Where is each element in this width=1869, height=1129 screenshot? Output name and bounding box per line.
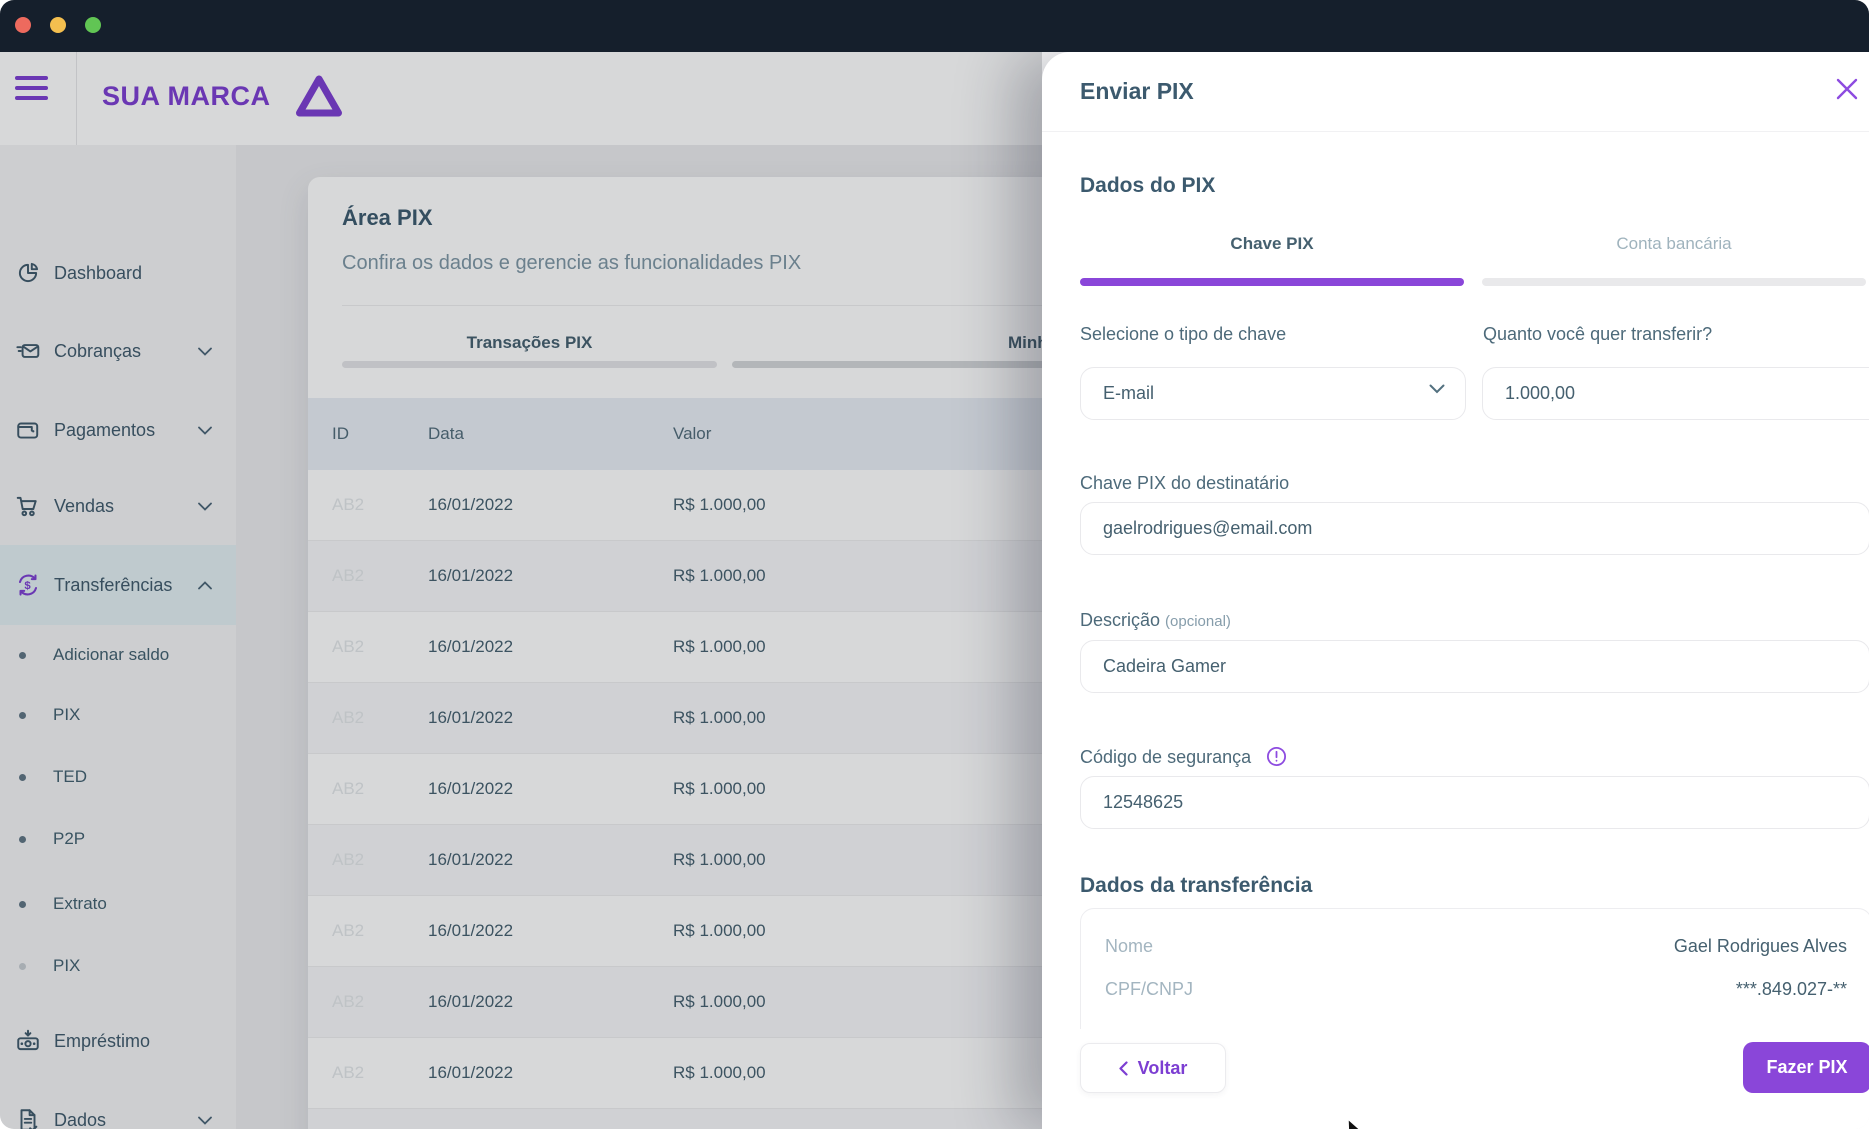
summary-label: CPF/CNPJ [1105, 979, 1194, 999]
optional-hint: (opcional) [1165, 613, 1231, 630]
summary-row-cpf: CPF/CNPJ ***.849.027-** [1105, 968, 1847, 1011]
tab-conta-bancaria[interactable]: Conta bancária [1482, 234, 1866, 258]
pix-key-input[interactable]: gaelrodrigues@email.com [1080, 502, 1869, 555]
fazer-pix-label: Fazer PIX [1766, 1057, 1848, 1077]
section-title-dados-do-pix: Dados do PIX [1080, 174, 1216, 197]
description-input[interactable]: Cadeira Gamer [1080, 640, 1869, 693]
summary-value: Gael Rodrigues Alves [1673, 936, 1847, 956]
window-titlebar [0, 0, 1869, 52]
description-label: Descrição (opcional) [1080, 610, 1231, 630]
fazer-pix-button[interactable]: Fazer PIX [1743, 1042, 1869, 1093]
app-window: SUA MARCA Dashboard Cobranças Pagamentos… [0, 0, 1869, 1129]
voltar-label: Voltar [1137, 1057, 1188, 1078]
drawer-footer: Voltar Fazer PIX [1042, 1029, 1869, 1129]
info-icon[interactable] [1266, 746, 1287, 772]
security-code-input[interactable]: 12548625 [1080, 776, 1869, 829]
active-tab-underline [1080, 278, 1464, 286]
amount-input[interactable]: 1.000,00 [1482, 367, 1869, 420]
app-body: SUA MARCA Dashboard Cobranças Pagamentos… [0, 52, 1869, 1129]
close-icon[interactable] [1834, 76, 1864, 106]
chevron-down-icon [1429, 384, 1445, 394]
zoom-window-button[interactable] [85, 17, 101, 33]
drawer-header-divider [1042, 131, 1869, 132]
modal-backdrop[interactable] [0, 52, 1042, 1129]
summary-row-nome: Nome Gael Rodrigues Alves [1105, 925, 1847, 968]
key-type-value: E-mail [1103, 383, 1155, 403]
section-title-dados-da-transferencia: Dados da transferência [1080, 874, 1313, 897]
drawer-title: Enviar PIX [1080, 78, 1194, 104]
security-code-value: 12548625 [1103, 792, 1184, 812]
amount-value: 1.000,00 [1505, 383, 1576, 403]
key-type-label: Selecione o tipo de chave [1080, 324, 1287, 344]
pix-key-value: gaelrodrigues@email.com [1103, 518, 1313, 538]
close-window-button[interactable] [15, 17, 31, 33]
minimize-window-button[interactable] [50, 17, 66, 33]
pix-key-label: Chave PIX do destinatário [1080, 473, 1290, 493]
inactive-tab-underline [1482, 278, 1866, 286]
amount-label: Quanto você quer transferir? [1483, 324, 1713, 344]
summary-value: ***.849.027-** [1735, 979, 1847, 999]
description-value: Cadeira Gamer [1103, 656, 1227, 676]
voltar-button[interactable]: Voltar [1080, 1043, 1226, 1093]
enviar-pix-drawer: Enviar PIX Dados do PIX Chave PIX Conta … [1042, 52, 1869, 1129]
chevron-left-icon [1119, 1060, 1128, 1076]
summary-label: Nome [1105, 936, 1154, 956]
security-code-label: Código de segurança [1080, 746, 1287, 772]
key-type-select[interactable]: E-mail [1080, 367, 1466, 420]
tab-chave-pix[interactable]: Chave PIX [1080, 234, 1464, 258]
